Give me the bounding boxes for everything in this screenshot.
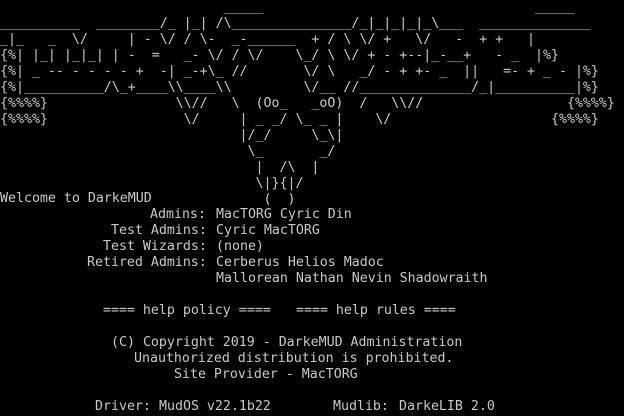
test-wizards-value: (none) — [216, 239, 264, 254]
help-policy-link: ==== help policy ==== — [103, 303, 271, 318]
retired-admins-label: Retired Admins: — [87, 255, 207, 270]
ascii-banner-art: _____ _____ __________ ________/_ |_| /\… — [0, 0, 615, 207]
driver-label: Driver: — [95, 399, 151, 414]
welcome-text: Welcome to DarkeMUD — [0, 191, 152, 206]
mudlib-label: Mudlib: — [333, 399, 389, 414]
test-wizards-label: Test Wizards: — [103, 239, 207, 254]
test-admins-label: Test Admins: — [111, 223, 207, 238]
test-admins-value: Cyric MacTORG — [216, 223, 320, 238]
help-rules-link: ==== help rules ==== — [296, 303, 456, 318]
site-provider-text: Site Provider - MacTORG — [174, 367, 358, 382]
retired-admins-continued: Mallorean Nathan Nevin Shadowraith — [216, 271, 488, 286]
admins-label: Admins: — [150, 207, 206, 222]
retired-admins-value: Cerberus Helios Madoc — [216, 255, 384, 270]
unauthorized-text: Unauthorized distribution is prohibited. — [134, 351, 454, 366]
mudlib-value: DarkeLIB 2.0 — [399, 399, 495, 414]
admins-value: MacTORG Cyric Din — [216, 207, 352, 222]
driver-value: MudOS v22.1b22 — [159, 399, 271, 414]
copyright-text: (C) Copyright 2019 - DarkeMUD Administra… — [111, 335, 463, 350]
terminal-screen[interactable]: _____ _____ __________ ________/_ |_| /\… — [0, 0, 624, 416]
